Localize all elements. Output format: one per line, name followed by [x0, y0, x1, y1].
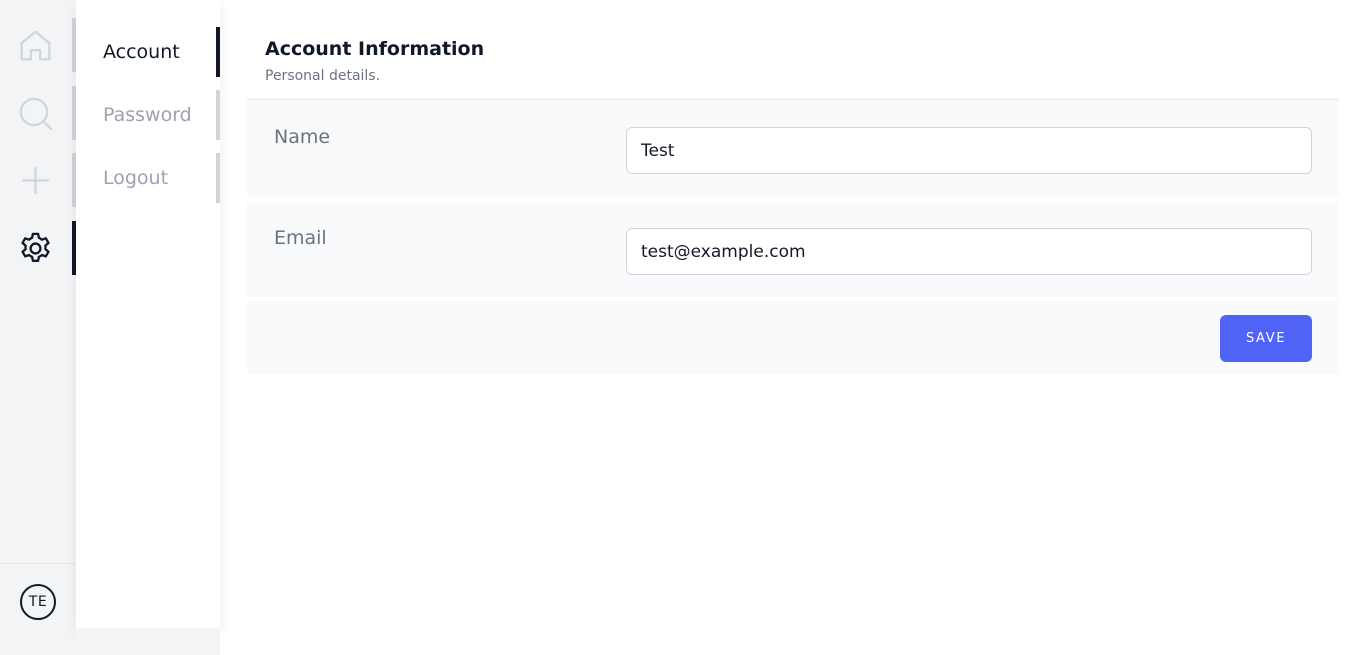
subnav-footer-gap [76, 628, 220, 655]
page-subtitle: Personal details. [265, 68, 381, 84]
search-icon [17, 95, 54, 132]
rail-footer: TE [0, 563, 76, 655]
icon-rail: TE [0, 0, 76, 655]
subnav-item-account[interactable]: Account [76, 27, 220, 77]
save-button[interactable]: SAVE [1220, 315, 1312, 362]
plus-icon [17, 162, 54, 199]
subnav-item-logout[interactable]: Logout [76, 153, 220, 203]
subnav-item-password[interactable]: Password [76, 90, 220, 140]
section-header: Account Information Personal details. [247, 0, 1339, 100]
page-title: Account Information [265, 38, 485, 60]
form-actions: SAVE [247, 301, 1339, 374]
email-row: Email [247, 201, 1339, 297]
main-content: Account Information Personal details. Na… [247, 0, 1339, 374]
rail-item-search[interactable] [0, 86, 76, 140]
email-label: Email [274, 227, 327, 249]
gear-icon [17, 230, 54, 267]
email-field[interactable] [626, 228, 1312, 275]
rail-item-add[interactable] [0, 153, 76, 207]
settings-subnav: Account Password Logout [76, 0, 220, 628]
name-row: Name [247, 100, 1339, 197]
avatar[interactable]: TE [20, 584, 56, 620]
home-icon [17, 27, 54, 64]
name-field[interactable] [626, 127, 1312, 174]
rail-item-home[interactable] [0, 18, 76, 72]
settings-app: TE Account Password Logout Account Infor… [0, 0, 1366, 655]
rail-item-settings[interactable] [0, 221, 76, 275]
name-label: Name [274, 126, 331, 148]
